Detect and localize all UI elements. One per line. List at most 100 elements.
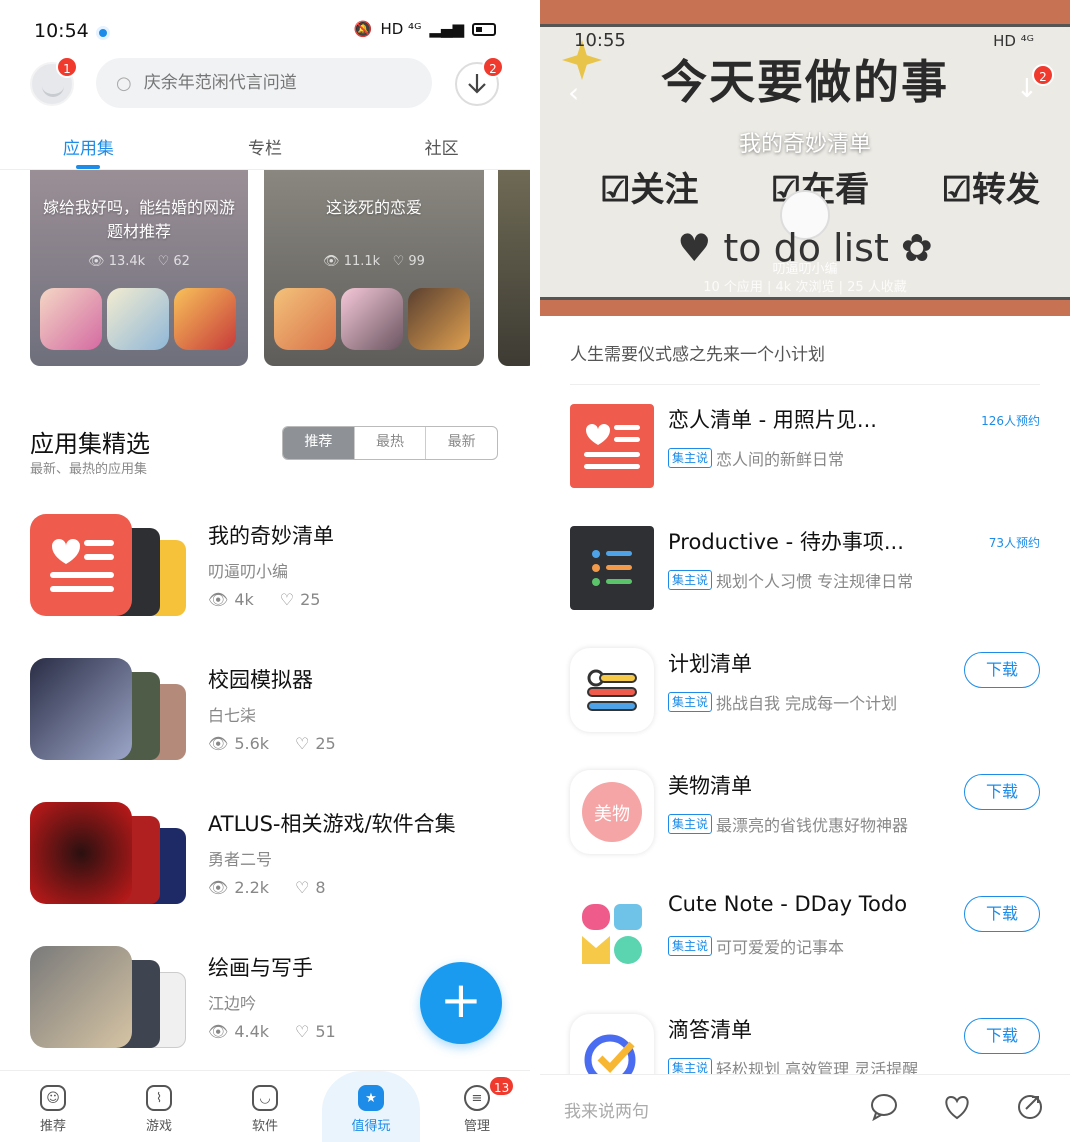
- list-item[interactable]: 恋人清单 - 用照片见... 集主说 恋人间的新鲜日常 126人预约: [570, 402, 1040, 490]
- app-name: 计划清单: [668, 652, 752, 676]
- list-item[interactable]: 我的奇妙清单 叨逼叨小编 👁 4k ♡ 25: [30, 514, 500, 618]
- app-icon: [174, 288, 236, 350]
- nav-manage[interactable]: ≡ 管理 13: [424, 1071, 530, 1142]
- section-title: 应用集精选: [30, 430, 150, 458]
- app-icon: [107, 288, 169, 350]
- panel-divider: [530, 0, 540, 1142]
- app-name: Productive - 待办事项...: [668, 530, 904, 554]
- card-stats: 👁 11.1k ♡ 99: [323, 254, 425, 269]
- app-icon: [30, 514, 132, 616]
- eye-icon: 👁: [208, 590, 229, 609]
- sort-segmented-control: 推荐 最热 最新: [282, 426, 498, 460]
- app-tagline: 恋人间的新鲜日常: [716, 450, 845, 469]
- tab-columns[interactable]: 专栏: [177, 126, 354, 169]
- signal-text: HD ⁴ᴳ: [380, 20, 422, 38]
- heart-icon[interactable]: [942, 1093, 972, 1127]
- app-icon: [341, 288, 403, 350]
- nav-games[interactable]: ⌇ 游戏: [106, 1071, 212, 1142]
- share-icon[interactable]: [1016, 1093, 1044, 1127]
- smile-face-icon: ☺: [40, 1085, 66, 1111]
- app-tagline: 最漂亮的省钱优惠好物神器: [716, 816, 909, 835]
- collection-author: 白七柒: [208, 706, 257, 725]
- collection-author: 勇者二号: [208, 850, 273, 869]
- sort-recommended[interactable]: 推荐: [283, 427, 354, 459]
- search-bar[interactable]: ○: [96, 58, 432, 108]
- app-icon: [40, 288, 102, 350]
- add-button[interactable]: +: [420, 962, 502, 1044]
- app-tagline: 挑战自我 完成每一个计划: [716, 694, 898, 713]
- curator-tag: 集主说: [668, 448, 713, 468]
- download-button[interactable]: 下载: [964, 1018, 1040, 1054]
- signal-bars-icon: ▂▄▆: [429, 20, 464, 38]
- eye-icon: 👁: [208, 1022, 229, 1041]
- status-time: 10:54: [34, 20, 89, 42]
- mute-icon: 🔕: [353, 20, 373, 38]
- eye-icon: 👁: [208, 734, 229, 753]
- app-name: 滴答清单: [668, 1018, 752, 1042]
- app-name: 美物清单: [668, 774, 752, 798]
- list-item[interactable]: ATLUS-相关游戏/软件合集 勇者二号 👁 2.2k ♡ 8: [30, 802, 500, 906]
- reservation-count[interactable]: 73人预约: [989, 534, 1040, 551]
- heart-icon: ♡: [295, 1022, 310, 1041]
- download-badge: 2: [1032, 64, 1054, 86]
- collection-name: 绘画与写手: [208, 956, 313, 980]
- list-item[interactable]: Cute Note - DDay Todo 集主说 可可爱爱的记事本 下载: [570, 890, 1040, 978]
- list-circle-icon: ≡: [464, 1085, 490, 1111]
- svg-text:美物: 美物: [594, 804, 630, 825]
- list-item[interactable]: 美物 美物清单 集主说 最漂亮的省钱优惠好物神器 下载: [570, 768, 1040, 856]
- bottom-nav: ☺ 推荐 ⌇ 游戏 ◡ 软件 ★ 值得玩 ≡ 管理 13: [0, 1070, 530, 1142]
- bookmark-star-icon: ★: [358, 1085, 384, 1111]
- collection-author: 叨逼叨小编: [772, 262, 838, 277]
- reservation-count[interactable]: 126人预约: [981, 412, 1040, 429]
- collection-author: 叨逼叨小编: [208, 562, 289, 581]
- back-icon[interactable]: ‹: [568, 76, 579, 109]
- eye-icon: 👁: [323, 254, 340, 269]
- curator-tag: 集主说: [668, 814, 713, 834]
- list-item[interactable]: 校园模拟器 白七柒 👁 5.6k ♡ 25: [30, 658, 500, 762]
- sort-newest[interactable]: 最新: [425, 427, 497, 459]
- search-input[interactable]: [143, 73, 414, 93]
- curator-tag: 集主说: [668, 570, 713, 590]
- status-bar: 10:54 🔕 HD ⁴ᴳ ▂▄▆: [34, 18, 496, 48]
- collection-card[interactable]: 这该死的恋爱 👁 11.1k ♡ 99: [264, 170, 484, 366]
- avatar-badge: 1: [56, 56, 78, 78]
- card-title: 嫁给我好吗，能结婚的网游题材推荐: [42, 198, 235, 241]
- robot-icon: ◡: [252, 1085, 278, 1111]
- list-item[interactable]: Productive - 待办事项... 集主说 规划个人习惯 专注规律日常 73…: [570, 524, 1040, 612]
- heart-icon: ♡: [392, 254, 405, 269]
- app-name: Cute Note - DDay Todo: [668, 892, 908, 916]
- app-tagline: 可可爱爱的记事本: [716, 938, 845, 957]
- right-screen: 10:55 HD ⁴ᴳ 今天要做的事 ‹ ↓ 2 我的奇妙清单 ☑关注 ☑在看 …: [540, 0, 1070, 1142]
- curator-tag: 集主说: [668, 936, 713, 956]
- collection-card[interactable]: 嫁给我好吗，能结婚的网游题材推荐 👁 13.4k ♡ 62: [30, 170, 248, 366]
- download-button[interactable]: 下载: [964, 652, 1040, 688]
- banner-check-share: ☑转发: [941, 170, 1040, 210]
- download-arrow-icon: [468, 74, 486, 94]
- battery-icon: [472, 22, 496, 36]
- app-name: 恋人清单 - 用照片见...: [668, 408, 877, 432]
- banner-check-follow: ☑关注: [600, 170, 699, 210]
- heart-icon: ♡: [295, 734, 310, 753]
- comment-input[interactable]: 我来说两句: [564, 1097, 649, 1122]
- nav-software[interactable]: ◡ 软件: [212, 1071, 318, 1142]
- collection-name: ATLUS-相关游戏/软件合集: [208, 812, 456, 836]
- tab-app-collections[interactable]: 应用集: [0, 126, 177, 169]
- search-icon: ○: [116, 72, 132, 94]
- download-button[interactable]: 下载: [964, 896, 1040, 932]
- app-icon: [570, 404, 654, 488]
- comment-icon[interactable]: [870, 1093, 898, 1127]
- app-icon: [30, 946, 132, 1048]
- notification-dot-icon: [96, 26, 110, 40]
- collection-card-partial[interactable]: [498, 170, 530, 366]
- tab-community[interactable]: 社区: [353, 126, 530, 169]
- app-icon: [30, 658, 132, 760]
- nav-recommend[interactable]: ☺ 推荐: [0, 1071, 106, 1142]
- sort-hottest[interactable]: 最热: [353, 427, 426, 459]
- eye-icon: 👁: [208, 878, 229, 897]
- heart-icon: ♡: [279, 590, 295, 609]
- app-icon: [570, 526, 654, 610]
- nav-worth-playing[interactable]: ★ 值得玩: [318, 1071, 424, 1142]
- ghost-icon: ⌇: [146, 1085, 172, 1111]
- list-item[interactable]: 计划清单 集主说 挑战自我 完成每一个计划 下载: [570, 646, 1040, 734]
- download-button[interactable]: 下载: [964, 774, 1040, 810]
